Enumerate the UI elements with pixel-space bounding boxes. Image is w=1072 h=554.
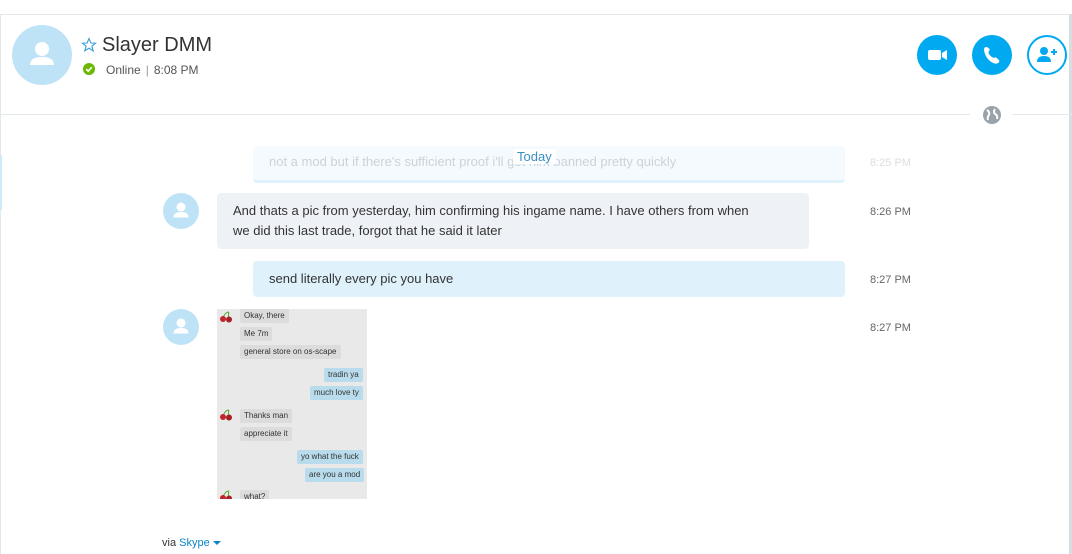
add-person-icon (1037, 47, 1057, 62)
cherry-avatar-icon (220, 311, 232, 323)
status-separator: | (145, 63, 149, 77)
screenshot-message: appreciate it (240, 427, 292, 441)
screenshot-message: Thanks man (240, 409, 293, 423)
contact-avatar[interactable] (12, 25, 72, 85)
chevron-down-icon[interactable] (212, 541, 221, 546)
cherry-avatar-icon (220, 409, 232, 421)
header-divider-right (1012, 114, 1072, 115)
status-text: Online (106, 63, 141, 77)
status-line: Online | 8:08 PM (106, 63, 199, 77)
via-skype: via Skype (162, 537, 221, 549)
globe-icon[interactable] (981, 104, 1003, 126)
contact-name: Slayer DMM (102, 34, 213, 56)
phone-icon (984, 47, 1000, 64)
sender-avatar[interactable] (163, 309, 199, 345)
faded-message-time: 8:25 PM (870, 157, 911, 169)
top-border (0, 14, 1072, 15)
screenshot-message: Me 7m (240, 327, 273, 341)
person-icon (30, 42, 54, 65)
screenshot-message: Okay, there (240, 309, 289, 323)
message-time: 8:27 PM (870, 274, 911, 286)
screenshot-message: general store on os-scape (240, 345, 341, 359)
screenshot-message: what? (240, 490, 270, 499)
date-divider: Today (513, 149, 556, 164)
screenshot-message: yo what the fuck (297, 450, 363, 464)
message-bubble-outgoing[interactable]: send literally every pic you have (253, 261, 845, 297)
image-attachment[interactable]: Okay, there Me 7m general store on os-sc… (217, 309, 367, 499)
cherry-avatar-icon (220, 490, 232, 499)
video-call-button[interactable] (917, 35, 957, 75)
message-text-line1: And thats a pic from yesterday, him conf… (233, 203, 749, 218)
screenshot-message: much love ty (310, 386, 363, 400)
header-divider (0, 114, 970, 115)
left-strip (0, 155, 2, 210)
video-camera-icon (928, 50, 947, 60)
via-skype-dropdown[interactable]: Skype (179, 537, 210, 549)
screenshot-message: are you a mod (305, 468, 365, 482)
screenshot-message: tradin ya (324, 368, 363, 382)
message-time: 8:26 PM (870, 206, 911, 218)
person-icon (173, 318, 189, 334)
status-time: 8:08 PM (153, 63, 199, 77)
online-status-icon (83, 63, 95, 75)
message-text-line2: we did this last trade, forgot that he s… (233, 223, 502, 238)
add-people-button[interactable] (1027, 35, 1067, 75)
audio-call-button[interactable] (972, 35, 1012, 75)
message-text: send literally every pic you have (269, 271, 454, 286)
person-icon (173, 202, 189, 218)
sender-avatar[interactable] (163, 193, 199, 229)
left-border (0, 14, 1, 554)
faded-message-text: not a mod but if there's sufficient proo… (269, 154, 677, 169)
message-time: 8:27 PM (870, 322, 911, 334)
via-label: via (162, 537, 177, 549)
favorite-star-icon[interactable] (81, 37, 97, 53)
message-bubble-incoming[interactable]: And thats a pic from yesterday, him conf… (217, 193, 809, 249)
